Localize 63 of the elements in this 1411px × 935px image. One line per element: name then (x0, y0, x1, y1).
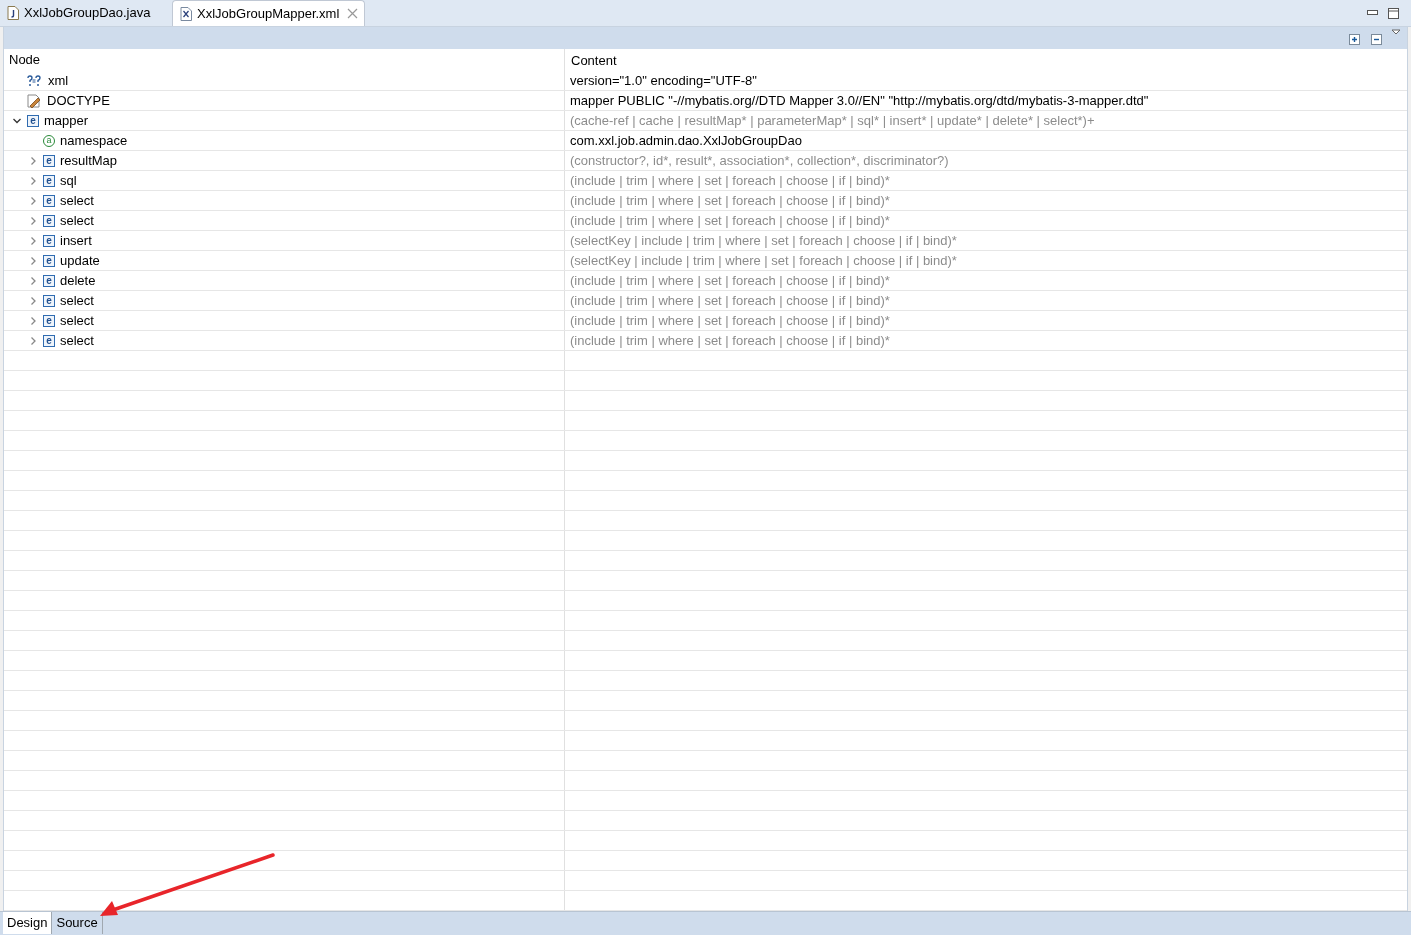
element-icon: e (43, 274, 55, 287)
column-header[interactable]: Node (9, 50, 41, 70)
node-content: version="1.0" encoding="UTF-8" (570, 71, 757, 90)
minimize-icon[interactable] (1367, 10, 1378, 16)
expand-all-icon[interactable] (1347, 31, 1360, 45)
node-name[interactable]: select (60, 210, 94, 231)
node-content: (selectKey | include | trim | where | set | foreach | choose | if | bind)* (570, 251, 957, 270)
node-content: (constructor?, id*, result*, association*, collection*, discriminator?) (570, 151, 949, 170)
chevron-right-icon[interactable] (28, 335, 38, 346)
node-content: (include | trim | where | set | foreach | choose | if | bind)* (570, 311, 890, 330)
xml-file-icon (180, 6, 192, 21)
node-name[interactable]: insert (60, 230, 92, 251)
element-icon: e (27, 114, 39, 127)
close-icon[interactable] (347, 8, 359, 19)
node-name[interactable]: select (60, 290, 94, 311)
element-icon: e (43, 314, 55, 327)
java-file-icon (7, 6, 19, 20)
node-name[interactable]: xml (48, 71, 69, 91)
element-icon: e (43, 194, 55, 207)
node-name[interactable]: select (60, 310, 94, 331)
node-name[interactable]: namespace (60, 130, 128, 151)
chevron-right-icon[interactable] (28, 215, 38, 226)
chevron-right-icon[interactable] (28, 195, 38, 206)
node-name[interactable]: delete (60, 270, 96, 291)
collapse-all-icon[interactable] (1369, 31, 1382, 45)
node-content: (include | trim | where | set | foreach | choose | if | bind)* (570, 191, 890, 210)
editor-tab[interactable]: XxlJobGroupDao.java (0, 0, 172, 26)
page-tab[interactable]: Design (3, 912, 53, 934)
node-name[interactable]: sql (60, 170, 77, 191)
node-name[interactable]: select (60, 190, 94, 211)
chevron-right-icon[interactable] (28, 155, 38, 166)
chevron-right-icon[interactable] (28, 255, 38, 266)
node-content: (include | trim | where | set | foreach | choose | if | bind)* (570, 291, 890, 310)
element-icon: e (43, 294, 55, 307)
chevron-right-icon[interactable] (28, 275, 38, 286)
node-name[interactable]: select (60, 330, 94, 351)
node-content: (cache-ref | cache | resultMap* | parameterMap* | sql* | insert* | update* | delete* | select*)+ (570, 111, 1095, 130)
processing-instruction-icon (27, 74, 43, 87)
node-content: mapper PUBLIC "-//mybatis.org//DTD Mapper 3.0//EN" "http://mybatis.org/dtd/mybatis-3-mapper.dtd" (570, 91, 1149, 110)
node-content: (selectKey | include | trim | where | set | foreach | choose | if | bind)* (570, 231, 957, 250)
node-content: com.xxl.job.admin.dao.XxlJobGroupDao (570, 131, 802, 150)
doctype-icon (27, 93, 42, 108)
chevron-right-icon[interactable] (28, 295, 38, 306)
element-icon: e (43, 174, 55, 187)
chevron-right-icon[interactable] (28, 235, 38, 246)
element-icon: e (43, 214, 55, 227)
editor-tab[interactable]: XxlJobGroupMapper.xml (172, 0, 366, 26)
element-icon: e (43, 334, 55, 347)
node-content: (include | trim | where | set | foreach | choose | if | bind)* (570, 211, 890, 230)
node-content: (include | trim | where | set | foreach | choose | if | bind)* (570, 171, 890, 190)
chevron-right-icon[interactable] (28, 315, 38, 326)
node-name[interactable]: mapper (44, 110, 89, 131)
node-name[interactable]: resultMap (60, 150, 118, 171)
column-header[interactable]: Content (571, 53, 617, 68)
element-icon: e (43, 254, 55, 267)
node-content: (include | trim | where | set | foreach | choose | if | bind)* (570, 271, 890, 290)
node-name[interactable]: DOCTYPE (47, 90, 110, 111)
node-content: (include | trim | where | set | foreach | choose | if | bind)* (570, 331, 890, 350)
element-icon: e (43, 234, 55, 247)
maximize-icon[interactable] (1388, 7, 1399, 19)
chevron-right-icon[interactable] (28, 175, 38, 186)
element-icon: e (43, 154, 55, 167)
node-name[interactable]: update (60, 250, 100, 271)
